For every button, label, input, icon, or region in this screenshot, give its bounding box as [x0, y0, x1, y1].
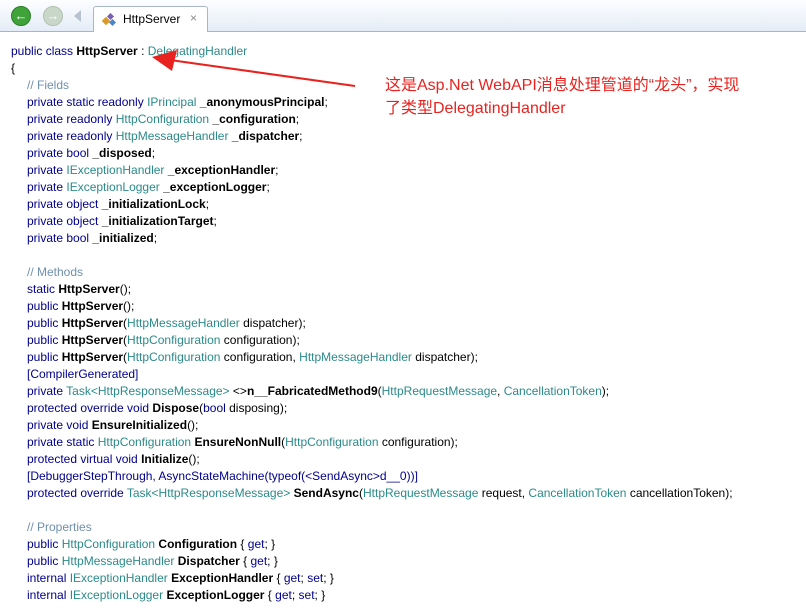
annotation-arrow-icon [152, 50, 356, 87]
